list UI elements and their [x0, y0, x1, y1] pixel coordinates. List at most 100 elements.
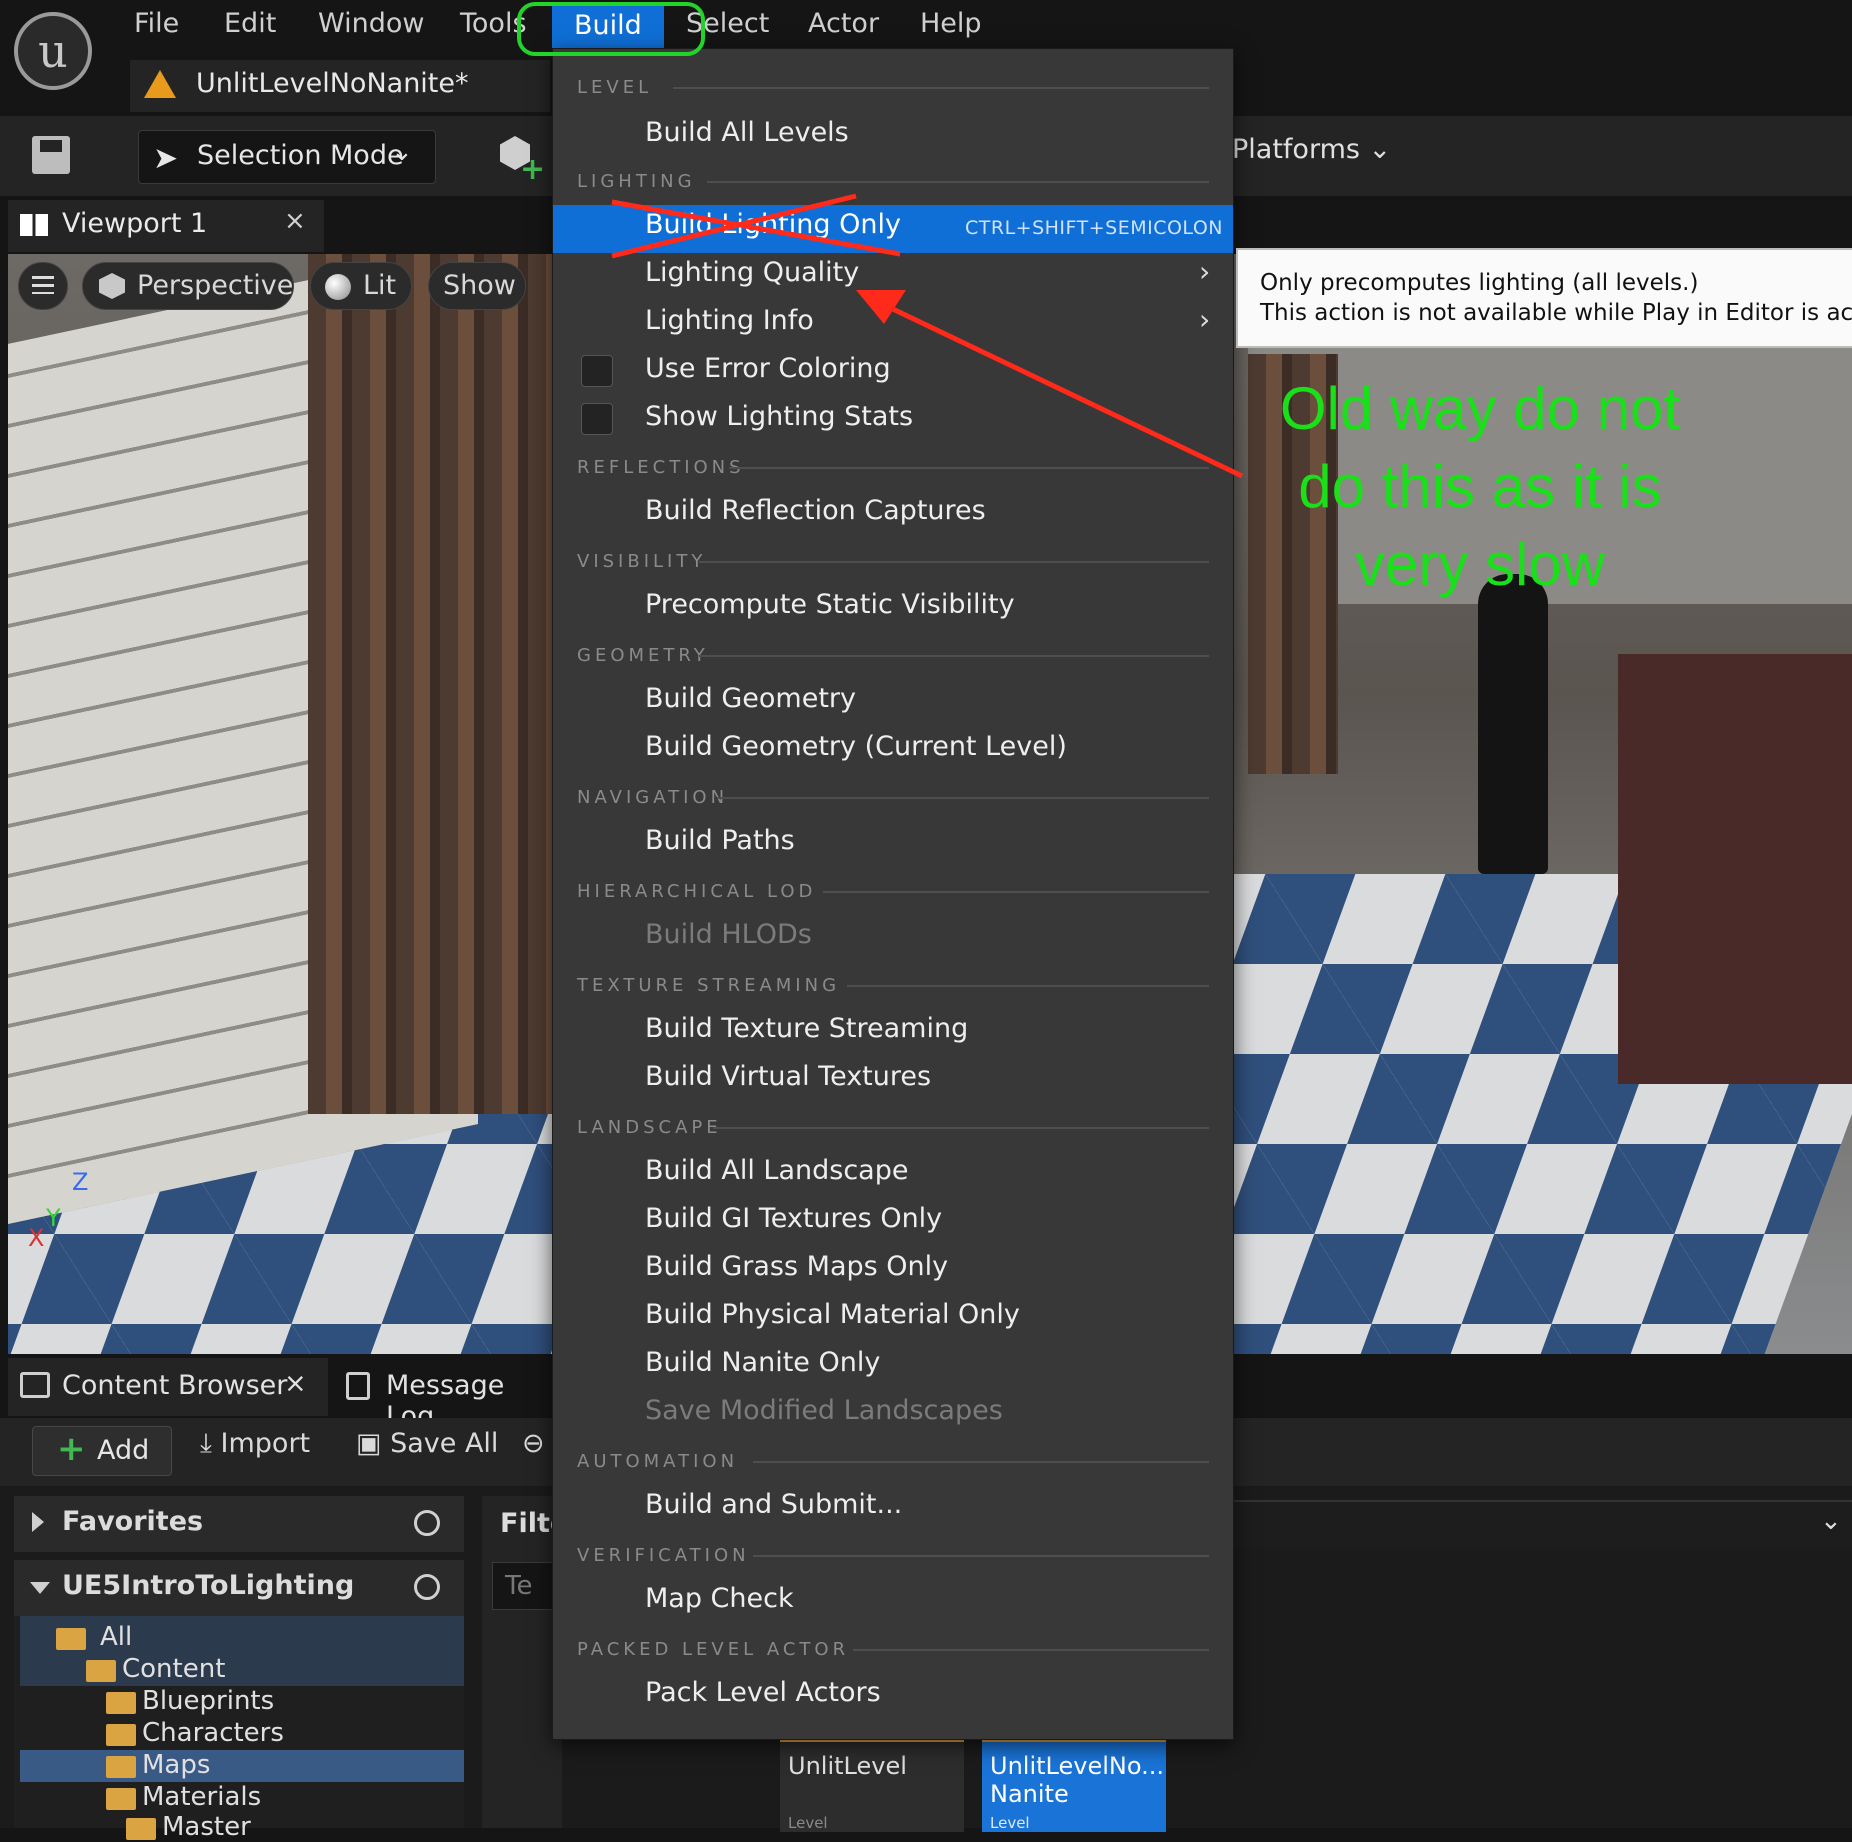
chevron-down-icon: ⌄ [1820, 1506, 1842, 1536]
menu-window[interactable]: Window [318, 6, 424, 42]
axis-z-label: Z [72, 1168, 89, 1196]
folder-tree: All Content Blueprints Characters Maps M… [14, 1616, 464, 1842]
tree-label: Content [122, 1654, 226, 1684]
level-tab[interactable]: UnlitLevelNoNanite* [130, 60, 550, 112]
search-icon[interactable] [414, 1510, 440, 1536]
menu-item-build-hlods[interactable]: Build HLODs [645, 919, 812, 950]
message-log-icon [346, 1372, 370, 1400]
menu-item-use-error-coloring[interactable]: Use Error Coloring [645, 353, 891, 384]
tooltip-line-1: Only precomputes lighting (all levels.) [1260, 270, 1699, 296]
menu-item-build-reflection-captures[interactable]: Build Reflection Captures [645, 495, 986, 526]
asset-name-line2: Nanite [990, 1780, 1069, 1808]
chevron-right-icon: › [1199, 303, 1211, 336]
menu-item-build-virtual-textures[interactable]: Build Virtual Textures [645, 1061, 931, 1092]
plus-icon: + [520, 152, 546, 187]
hamburger-icon [32, 276, 54, 294]
menu-file[interactable]: File [134, 6, 179, 42]
close-icon[interactable]: × [284, 1368, 307, 1399]
menu-item-build-geometry[interactable]: Build Geometry [645, 683, 856, 714]
expand-arrow-icon [32, 1512, 44, 1532]
show-button[interactable]: Show [428, 262, 526, 310]
section-header: TEXTURE STREAMING [577, 975, 841, 996]
platforms-button[interactable]: Platforms ⌄ [1232, 134, 1391, 165]
section-divider [853, 1649, 1209, 1651]
message-log-tab[interactable]: Message Log [334, 1358, 552, 1432]
save-all-button[interactable]: ▣ Save All [356, 1428, 498, 1476]
tree-label: All [100, 1622, 133, 1652]
save-icon[interactable] [32, 136, 70, 174]
menu-item-build-physical-material-only[interactable]: Build Physical Material Only [645, 1299, 1020, 1330]
section-header: AUTOMATION [577, 1451, 739, 1472]
lit-button[interactable]: Lit [310, 262, 412, 310]
tree-item-maps-selected [20, 1750, 464, 1782]
add-button[interactable]: + Add [32, 1426, 172, 1476]
unreal-logo-icon[interactable]: u [14, 12, 92, 90]
menu-item-build-texture-streaming[interactable]: Build Texture Streaming [645, 1013, 968, 1044]
use-error-coloring-checkbox[interactable] [581, 355, 613, 387]
menu-item-show-lighting-stats[interactable]: Show Lighting Stats [645, 401, 913, 432]
pedestal [1618, 654, 1852, 1084]
section-divider [673, 87, 1209, 89]
menu-edit[interactable]: Edit [224, 6, 276, 42]
close-icon[interactable]: × [284, 206, 306, 236]
section-header: LANDSCAPE [577, 1117, 722, 1138]
section-header: HIERARCHICAL LOD [577, 881, 817, 902]
menu-item-build-grass-maps-only[interactable]: Build Grass Maps Only [645, 1251, 948, 1282]
filter-panel: Filte Te [482, 1496, 568, 1828]
perspective-label: Perspective [137, 270, 294, 301]
selection-mode-dropdown[interactable]: ➤ Selection Mode ⌄ [138, 130, 436, 184]
menu-item-build-all-levels[interactable]: Build All Levels [645, 117, 849, 148]
section-divider [717, 797, 1209, 799]
asset-tile[interactable]: UnlitLevel Level [780, 1738, 964, 1832]
menu-item-lighting-info[interactable]: Lighting Info [645, 305, 814, 336]
menu-item-build-all-landscape[interactable]: Build All Landscape [645, 1155, 908, 1186]
content-browser-tab-label: Content Browser [62, 1370, 288, 1401]
path-dropdown[interactable]: ⌄ [1232, 1500, 1852, 1548]
menu-item-build-gi-textures-only[interactable]: Build GI Textures Only [645, 1203, 942, 1234]
asset-type: Level [788, 1814, 828, 1832]
menu-item-build-geometry-current-level[interactable]: Build Geometry (Current Level) [645, 731, 1067, 762]
favorites-label: Favorites [62, 1506, 204, 1537]
menu-help[interactable]: Help [920, 6, 982, 42]
save-all-label: Save All [390, 1428, 499, 1459]
asset-tile-selected[interactable]: UnlitLevelNo... Nanite Level [982, 1738, 1166, 1832]
tree-label: Materials [142, 1782, 262, 1812]
menu-item-build-and-submit[interactable]: Build and Submit... [645, 1489, 902, 1520]
section-divider [707, 181, 1209, 183]
menu-item-build-paths[interactable]: Build Paths [645, 825, 795, 856]
lit-label: Lit [363, 270, 397, 301]
menu-item-lighting-quality[interactable]: Lighting Quality [645, 257, 859, 288]
search-icon[interactable] [414, 1574, 440, 1600]
show-lighting-stats-checkbox[interactable] [581, 403, 613, 435]
plus-icon: + [57, 1429, 86, 1469]
menu-item-precompute-static-visibility[interactable]: Precompute Static Visibility [645, 589, 1015, 620]
brazier [1478, 574, 1548, 874]
menu-item-build-nanite-only[interactable]: Build Nanite Only [645, 1347, 880, 1378]
annotation-line-1: Old way do not [1279, 375, 1681, 442]
folder-open-icon [86, 1660, 116, 1682]
section-header: REFLECTIONS [577, 457, 745, 478]
annotation-line-3: very slow [1354, 531, 1606, 598]
section-divider [713, 1127, 1209, 1129]
favorites-header[interactable]: Favorites [14, 1496, 464, 1552]
chevron-right-icon: › [1199, 255, 1211, 288]
perspective-button[interactable]: Perspective [82, 262, 294, 310]
menu-item-pack-level-actors[interactable]: Pack Level Actors [645, 1677, 881, 1708]
viewport-options-button[interactable] [18, 262, 68, 310]
import-icon: ⤓ [200, 1428, 221, 1459]
section-divider [847, 985, 1209, 987]
asset-name: UnlitLevel [788, 1752, 907, 1780]
selection-mode-label: Selection Mode [197, 140, 404, 171]
history-back-icon[interactable]: ⊖ [522, 1428, 545, 1476]
viewport-tab-title: Viewport 1 [62, 208, 208, 239]
project-header[interactable]: UE5IntroToLighting [14, 1560, 464, 1616]
import-button[interactable]: ⤓ Import [200, 1428, 310, 1476]
cube-icon [99, 273, 125, 299]
menu-actor[interactable]: Actor [808, 6, 879, 42]
annotation-line-2: do this as it is [1298, 453, 1662, 520]
tree-label: Master [162, 1812, 251, 1842]
menu-item-save-modified-landscapes[interactable]: Save Modified Landscapes [645, 1395, 1003, 1426]
viewport-tab[interactable]: Viewport 1 × [8, 200, 324, 252]
content-browser-tab[interactable]: Content Browser × [8, 1358, 328, 1416]
menu-item-map-check[interactable]: Map Check [645, 1583, 794, 1614]
